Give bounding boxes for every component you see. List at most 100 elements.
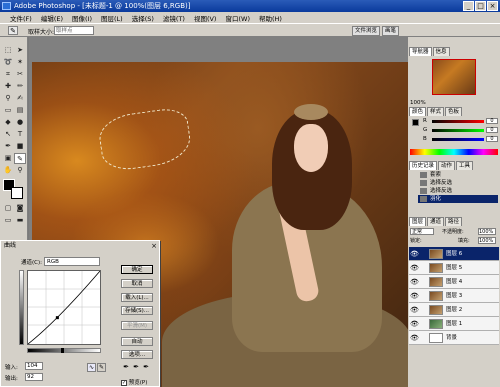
eyedropper-tool-icon[interactable]: ✎ <box>14 153 26 164</box>
tab-history[interactable]: 历史记录 <box>409 161 438 170</box>
load-button[interactable]: 载入(L)... <box>121 293 153 302</box>
magic-wand-tool-icon[interactable]: ✶ <box>14 57 26 68</box>
tab-actions[interactable]: 动作 <box>438 161 456 170</box>
menu-window[interactable]: 窗口(W) <box>225 13 250 23</box>
layer-row[interactable]: 👁 图层 2 <box>409 303 499 317</box>
eye-icon[interactable]: 👁 <box>410 292 419 300</box>
eye-icon[interactable]: 👁 <box>410 334 419 342</box>
brushes-tab[interactable]: 画笔 <box>382 26 400 36</box>
path-select-tool-icon[interactable]: ↖ <box>2 129 14 140</box>
tab-navigator[interactable]: 导航器 <box>409 47 432 56</box>
history-item[interactable]: 羽化 <box>418 195 498 203</box>
slice-tool-icon[interactable]: ✂ <box>14 69 26 80</box>
eye-icon[interactable]: 👁 <box>410 250 419 258</box>
layer-row[interactable]: 👁 图层 4 <box>409 275 499 289</box>
screen-mode-icon[interactable]: ▭ <box>2 215 14 226</box>
options-button[interactable]: 选项... <box>121 350 153 359</box>
blend-mode-select[interactable]: 正常 <box>410 228 434 235</box>
gray-eyedropper-icon[interactable]: ✒ <box>132 363 140 372</box>
r-slider[interactable] <box>432 120 484 123</box>
quickmask-mode-icon[interactable]: ◙ <box>14 203 26 214</box>
gradient-tool-icon[interactable]: ▤ <box>14 105 26 116</box>
pencil-mode-icon[interactable]: ✎ <box>97 363 106 372</box>
b-slider[interactable] <box>432 138 484 141</box>
standard-mode-icon[interactable]: ▢ <box>2 203 14 214</box>
curve-point-mode-icon[interactable]: ∿ <box>87 363 96 372</box>
menu-filter[interactable]: 滤镜(T) <box>163 13 185 23</box>
black-eyedropper-icon[interactable]: ✒ <box>122 363 130 372</box>
navigator-zoom[interactable]: 100% <box>410 100 426 106</box>
history-item[interactable]: 选择反选 <box>418 179 498 187</box>
tab-info[interactable]: 信息 <box>432 47 450 56</box>
color-foreground-swatch[interactable] <box>412 119 419 126</box>
maximize-button[interactable]: □ <box>475 1 486 11</box>
eraser-tool-icon[interactable]: ▭ <box>2 105 14 116</box>
tab-swatches[interactable]: 色板 <box>445 107 463 116</box>
fill-field[interactable]: 100% <box>478 237 496 244</box>
curve-graph[interactable] <box>27 270 101 345</box>
smooth-button[interactable]: 平滑(M) <box>121 321 153 330</box>
eye-icon[interactable]: 👁 <box>410 306 419 314</box>
notes-tool-icon[interactable]: ▣ <box>2 153 14 164</box>
g-slider[interactable] <box>432 129 484 132</box>
menu-view[interactable]: 视图(V) <box>194 13 217 23</box>
tab-layers[interactable]: 图层 <box>409 217 427 226</box>
layer-row[interactable]: 👁 图层 5 <box>409 261 499 275</box>
white-eyedropper-icon[interactable]: ✒ <box>142 363 150 372</box>
g-value[interactable]: 0 <box>486 127 498 133</box>
history-brush-tool-icon[interactable]: ✍ <box>14 93 26 104</box>
history-item[interactable]: 套索 <box>418 171 498 179</box>
file-browser-tab[interactable]: 文件浏览 <box>352 26 381 36</box>
pen-tool-icon[interactable]: ✒ <box>2 141 14 152</box>
clone-stamp-tool-icon[interactable]: ⚲ <box>2 93 14 104</box>
layer-row[interactable]: 👁 图层 1 <box>409 317 499 331</box>
tab-tools[interactable]: 工具 <box>456 161 474 170</box>
eyedropper-tool-icon[interactable]: ✎ <box>8 26 18 35</box>
close-icon[interactable]: × <box>151 241 157 251</box>
opacity-field[interactable]: 100% <box>478 228 496 235</box>
channel-select[interactable]: RGB <box>44 257 100 266</box>
auto-button[interactable]: 自动 <box>121 337 153 346</box>
zoom-tool-icon[interactable]: ⚲ <box>14 165 26 176</box>
blur-tool-icon[interactable]: ◆ <box>2 117 14 128</box>
sample-size-select[interactable]: 取样点 <box>54 26 94 35</box>
menu-layer[interactable]: 图层(L) <box>101 13 123 23</box>
tab-color[interactable]: 颜色 <box>409 107 427 116</box>
menu-image[interactable]: 图像(I) <box>72 13 92 23</box>
menu-edit[interactable]: 编辑(E) <box>41 13 63 23</box>
menu-select[interactable]: 选择(S) <box>132 13 154 23</box>
color-spectrum[interactable] <box>410 149 498 155</box>
fullscreen-mode-icon[interactable]: ▬ <box>14 215 26 226</box>
move-tool-icon[interactable]: ➤ <box>14 45 26 56</box>
input-field[interactable]: 104 <box>25 362 43 370</box>
tab-paths[interactable]: 路径 <box>445 217 463 226</box>
eye-icon[interactable]: 👁 <box>410 278 419 286</box>
brush-tool-icon[interactable]: ✏ <box>14 81 26 92</box>
eye-icon[interactable]: 👁 <box>410 264 419 272</box>
shape-tool-icon[interactable]: ■ <box>14 141 26 152</box>
menu-help[interactable]: 帮助(H) <box>259 13 282 23</box>
b-value[interactable]: 0 <box>486 136 498 142</box>
type-tool-icon[interactable]: T <box>14 129 26 140</box>
preview-checkbox[interactable]: ✓ <box>121 379 127 386</box>
tab-styles[interactable]: 样式 <box>427 107 445 116</box>
dodge-tool-icon[interactable]: ● <box>14 117 26 128</box>
lasso-tool-icon[interactable]: ➰ <box>2 57 14 68</box>
healing-brush-tool-icon[interactable]: ✚ <box>2 81 14 92</box>
layer-row[interactable]: 👁 背景 <box>409 331 499 345</box>
gradient-toggle-icon[interactable] <box>61 348 64 353</box>
minimize-button[interactable]: _ <box>463 1 474 11</box>
hand-tool-icon[interactable]: ✋ <box>2 165 14 176</box>
marquee-tool-icon[interactable]: ⬚ <box>2 45 14 56</box>
preview-checkbox-row[interactable]: ✓ 预览(P) <box>121 378 147 386</box>
output-field[interactable]: 92 <box>25 373 43 381</box>
cancel-button[interactable]: 取消 <box>121 279 153 288</box>
ok-button[interactable]: 确定 <box>121 265 153 274</box>
history-item[interactable]: 选择反选 <box>418 187 498 195</box>
save-button[interactable]: 存储(S)... <box>121 306 153 315</box>
tab-channels[interactable]: 通道 <box>427 217 445 226</box>
layer-row[interactable]: 👁 图层 3 <box>409 289 499 303</box>
close-button[interactable]: × <box>487 1 498 11</box>
background-color-swatch[interactable] <box>11 187 23 199</box>
layer-row[interactable]: 👁 图层 6 <box>409 247 499 261</box>
